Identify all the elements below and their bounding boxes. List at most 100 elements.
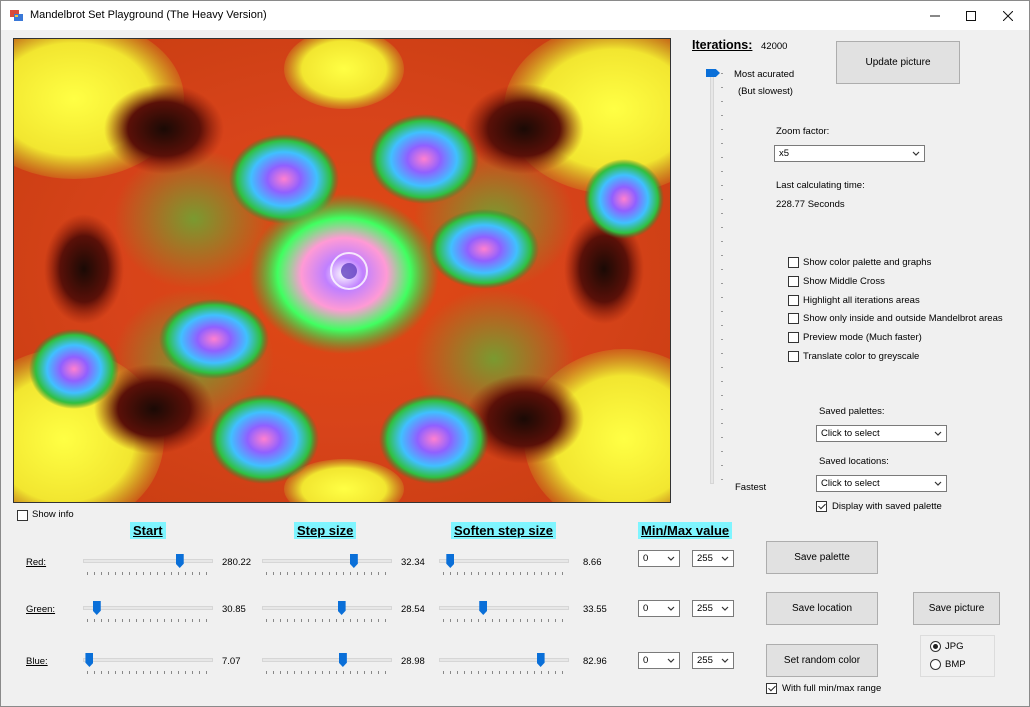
green-soften-value: 33.55: [583, 604, 607, 615]
iterations-value: 42000: [761, 41, 788, 52]
option-label-highlight-iterations: Highlight all iterations areas: [803, 295, 920, 306]
maximize-button[interactable]: [951, 1, 991, 30]
red-max-select[interactable]: 255: [692, 550, 734, 567]
random-color-button[interactable]: Set random color: [766, 644, 878, 677]
window-title: Mandelbrot Set Playground (The Heavy Ver…: [30, 9, 267, 21]
blue-min-select[interactable]: 0: [638, 652, 680, 669]
red-min-select[interactable]: 0: [638, 550, 680, 567]
slider-ticks: [87, 572, 209, 575]
red-step-thumb[interactable]: [349, 554, 358, 568]
blue-step-slider[interactable]: [262, 658, 392, 662]
chevron-down-icon: [667, 606, 675, 611]
option-label-inside-outside: Show only inside and outside Mandelbrot …: [803, 313, 1003, 324]
iterations-top-label: Most acurated: [734, 69, 795, 80]
option-checkbox-preview-mode[interactable]: [788, 332, 799, 343]
iterations-slider-track[interactable]: [710, 69, 714, 484]
slider-ticks: [443, 572, 565, 575]
slider-ticks: [443, 619, 565, 622]
red-start-slider[interactable]: [83, 559, 213, 563]
option-checkbox-greyscale[interactable]: [788, 351, 799, 362]
update-picture-button[interactable]: Update picture: [836, 41, 960, 84]
slider-ticks: [87, 671, 209, 674]
option-checkbox-middle-cross[interactable]: [788, 276, 799, 287]
slider-ticks: [266, 572, 388, 575]
chevron-down-icon: [721, 556, 729, 561]
green-step-value: 28.54: [401, 604, 425, 615]
app-window: Mandelbrot Set Playground (The Heavy Ver…: [0, 0, 1030, 707]
zoom-factor-label: Zoom factor:: [776, 126, 830, 137]
maximize-icon: [966, 11, 976, 22]
iterations-slider-ticks: [721, 73, 723, 483]
green-max-value: 255: [697, 603, 713, 614]
green-start-slider[interactable]: [83, 606, 213, 610]
blue-start-thumb[interactable]: [85, 653, 94, 667]
soften-column-heading: Soften step size: [451, 522, 556, 539]
blue-label: Blue:: [26, 656, 48, 667]
save-location-button[interactable]: Save location: [766, 592, 878, 625]
chevron-down-icon: [667, 556, 675, 561]
jpg-label: JPG: [945, 641, 964, 652]
red-max-value: 255: [697, 553, 713, 564]
red-soften-thumb[interactable]: [446, 554, 455, 568]
blue-start-value: 7.07: [222, 656, 241, 667]
green-step-thumb[interactable]: [337, 601, 346, 615]
saved-palettes-select[interactable]: Click to select: [816, 425, 947, 442]
full-range-checkbox[interactable]: [766, 683, 777, 694]
blue-soften-slider[interactable]: [439, 658, 569, 662]
bmp-radio[interactable]: [930, 659, 941, 670]
blue-soften-thumb[interactable]: [536, 653, 545, 667]
green-start-value: 30.85: [222, 604, 246, 615]
option-label-middle-cross: Show Middle Cross: [803, 276, 885, 287]
red-soften-slider[interactable]: [439, 559, 569, 563]
zoom-factor-select[interactable]: x5: [774, 145, 925, 162]
iterations-slider-thumb[interactable]: [706, 69, 720, 77]
blue-max-select[interactable]: 255: [692, 652, 734, 669]
green-min-select[interactable]: 0: [638, 600, 680, 617]
green-soften-thumb[interactable]: [479, 601, 488, 615]
green-soften-slider[interactable]: [439, 606, 569, 610]
show-info-checkbox[interactable]: [17, 510, 28, 521]
red-step-slider[interactable]: [262, 559, 392, 563]
blue-step-thumb[interactable]: [338, 653, 347, 667]
red-min-value: 0: [643, 553, 649, 564]
option-label-color-palette: Show color palette and graphs: [803, 257, 932, 268]
save-picture-button[interactable]: Save picture: [913, 592, 1000, 625]
chevron-down-icon: [667, 658, 675, 663]
minimize-button[interactable]: [915, 1, 955, 30]
red-start-thumb[interactable]: [175, 554, 184, 568]
calc-time-value: 228.77 Seconds: [776, 199, 845, 210]
iterations-bottom-label: Fastest: [735, 482, 767, 493]
red-label: Red:: [26, 557, 47, 568]
option-checkbox-highlight-iterations[interactable]: [788, 295, 799, 306]
option-checkbox-color-palette[interactable]: [788, 257, 799, 268]
full-range-label: With full min/max range: [782, 683, 882, 694]
jpg-radio[interactable]: [930, 641, 941, 652]
option-label-preview-mode: Preview mode (Much faster): [803, 332, 922, 343]
show-info-label: Show info: [32, 509, 74, 520]
start-column-heading: Start: [130, 522, 166, 539]
app-icon: [10, 10, 23, 21]
close-icon: [1002, 10, 1014, 22]
green-max-select[interactable]: 255: [692, 600, 734, 617]
minimize-icon: [930, 15, 940, 17]
green-start-thumb[interactable]: [92, 601, 101, 615]
close-button[interactable]: [988, 1, 1028, 30]
calc-time-label: Last calculating time:: [776, 180, 865, 191]
iterations-label: Iterations:: [692, 38, 753, 52]
blue-soften-value: 82.96: [583, 656, 607, 667]
option-checkbox-inside-outside[interactable]: [788, 313, 799, 324]
slider-ticks: [266, 619, 388, 622]
green-min-value: 0: [643, 603, 649, 614]
red-soften-value: 8.66: [583, 557, 602, 568]
green-step-slider[interactable]: [262, 606, 392, 610]
chevron-down-icon: [721, 658, 729, 663]
green-label: Green:: [26, 604, 56, 615]
slider-ticks: [266, 671, 388, 674]
chevron-down-icon: [934, 481, 942, 486]
save-palette-button[interactable]: Save palette: [766, 541, 878, 574]
blue-start-slider[interactable]: [83, 658, 213, 662]
mandelbrot-picture[interactable]: [13, 38, 671, 503]
red-step-value: 32.34: [401, 557, 425, 568]
display-saved-palette-checkbox[interactable]: [816, 501, 827, 512]
saved-locations-select[interactable]: Click to select: [816, 475, 947, 492]
